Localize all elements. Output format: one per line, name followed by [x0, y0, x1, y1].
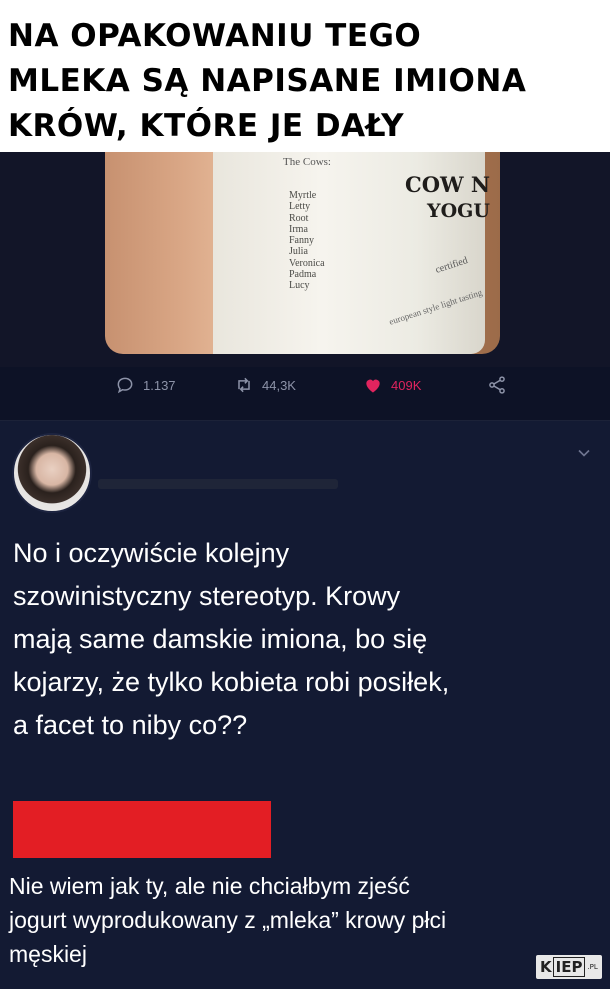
cows-heading: The Cows:	[283, 156, 331, 168]
tweet-media: The Cows: Myrtle Letty Root Irma Fanny J…	[0, 152, 610, 367]
like-button[interactable]: 409K	[363, 375, 421, 395]
cow-name: Lucy	[289, 280, 310, 292]
username-redacted	[98, 479, 338, 489]
retweet-icon	[238, 377, 250, 393]
caption-line-2: MLEKA SĄ NAPISANE IMIONA	[8, 63, 527, 99]
kiep-watermark-logo: K IEP .PL	[536, 955, 602, 979]
cow-name: Veronica	[289, 257, 325, 269]
cow-name: Root	[289, 212, 309, 224]
reply-text: Nie wiem jak ty, ale nie chciałbym zjeść…	[9, 873, 447, 967]
reply-button[interactable]: 1.137	[115, 375, 176, 395]
brand-line-1: COW N	[405, 172, 491, 197]
reply-count: 1.137	[143, 377, 176, 393]
cow-name-list: Myrtle Letty Root Irma Fanny Julia Veron…	[289, 190, 325, 292]
cow-name: Padma	[289, 269, 317, 281]
reply-icon	[117, 377, 133, 394]
share-icon	[489, 376, 505, 394]
retweet-button[interactable]: 44,3K	[234, 375, 296, 395]
cow-name: Julia	[289, 246, 308, 258]
comment-card: No i oczywiście kolejny szowinistyczny s…	[0, 421, 610, 989]
brand-line-2: YOGU	[427, 200, 490, 222]
retweet-count: 44,3K	[262, 377, 296, 393]
yogurt-photo[interactable]: The Cows: Myrtle Letty Root Irma Fanny J…	[105, 152, 500, 354]
cow-name: Myrtle	[289, 190, 317, 201]
avatar[interactable]	[12, 433, 92, 513]
share-button[interactable]	[487, 375, 507, 395]
cow-name: Irma	[289, 223, 308, 235]
tweet-action-bar: 1.137 44,3K 409K	[0, 367, 610, 407]
cow-name: Letty	[289, 201, 311, 213]
heart-icon	[366, 379, 380, 393]
comment-text: No i oczywiście kolejny szowinistyczny s…	[13, 538, 450, 740]
chevron-down-icon[interactable]	[574, 443, 594, 463]
caption-line-1: NA OPAKOWANIU TEGO	[8, 18, 422, 54]
redaction-bar	[13, 801, 271, 858]
like-count: 409K	[391, 377, 422, 393]
cow-name: Fanny	[289, 235, 314, 247]
caption-line-3: KRÓW, KTÓRE JE DAŁY	[8, 108, 405, 144]
meme-caption: NA OPAKOWANIU TEGO MLEKA SĄ NAPISANE IMI…	[0, 0, 610, 152]
